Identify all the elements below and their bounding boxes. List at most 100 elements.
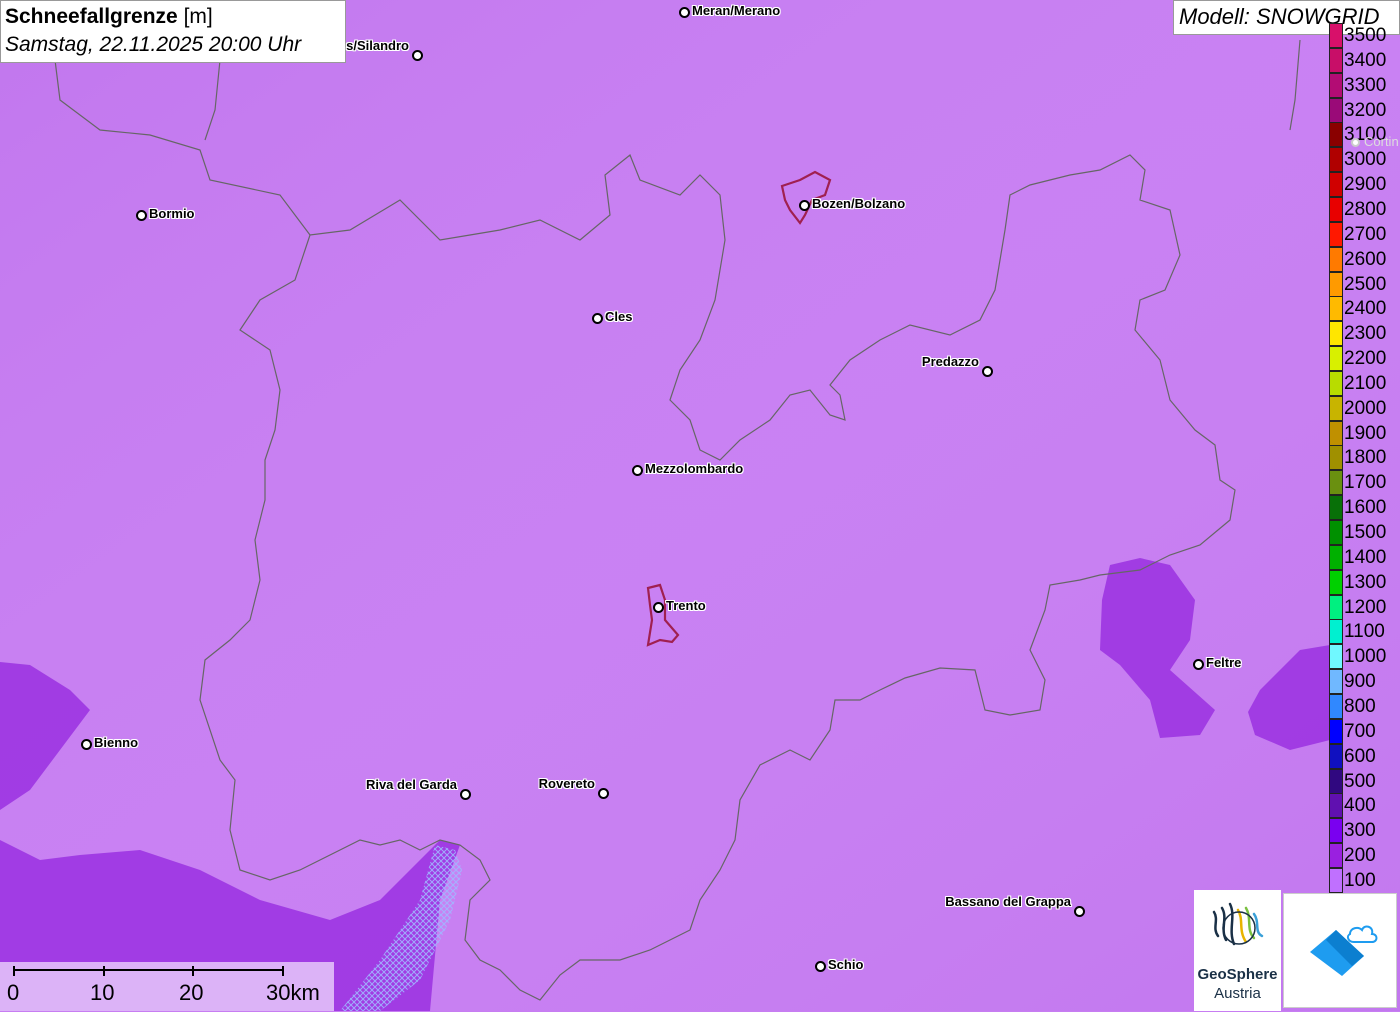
legend-swatch (1329, 122, 1343, 148)
legend-label: 700 (1344, 720, 1376, 742)
city-label-bormio[interactable]: Bormio (149, 207, 195, 221)
legend-label: 1000 (1344, 646, 1387, 668)
legend-entry-1000: 1000 (1329, 644, 1400, 670)
legend-swatch (1329, 221, 1343, 247)
legend-swatch (1329, 619, 1343, 645)
legend-swatch (1329, 594, 1343, 620)
legend-entry-3500: 3500 (1329, 23, 1400, 48)
city-dot-meran-merano (679, 7, 690, 18)
snowfall-map[interactable] (0, 0, 1400, 1011)
legend-label: 500 (1344, 770, 1376, 792)
city-label-bienno[interactable]: Bienno (94, 736, 138, 750)
legend-label: 300 (1344, 820, 1376, 842)
legend-label: 1900 (1344, 422, 1387, 444)
legend-swatch (1329, 793, 1343, 819)
city-label-feltre[interactable]: Feltre (1206, 656, 1241, 670)
legend-label: 1400 (1344, 546, 1387, 568)
legend-entry-300: 300 (1329, 818, 1400, 844)
legend-swatch (1329, 718, 1343, 744)
city-label-mezzolombardo[interactable]: Mezzolombardo (645, 462, 743, 476)
legend-label: 3400 (1344, 49, 1387, 71)
legend-swatch (1329, 420, 1343, 446)
legend-label: 3500 (1344, 25, 1387, 46)
city-label-trento[interactable]: Trento (666, 599, 706, 613)
legend-entry-100: 100 (1329, 867, 1400, 893)
legend-label: 1100 (1344, 621, 1385, 643)
legend-label: 2700 (1344, 223, 1387, 245)
legend-label: 2500 (1344, 273, 1387, 295)
legend-label: 400 (1344, 795, 1376, 817)
terrain-shading (0, 0, 1400, 1011)
legend-swatch (1329, 296, 1343, 322)
legend-entry-1900: 1900 (1329, 420, 1400, 446)
legend-label: 600 (1344, 745, 1376, 767)
legend-label: 3000 (1344, 149, 1387, 171)
city-label-schio[interactable]: Schio (828, 958, 863, 972)
legend-swatch (1329, 470, 1343, 496)
legend-label: 200 (1344, 845, 1376, 867)
legend-swatch (1329, 495, 1343, 521)
legend-label: 2100 (1344, 372, 1387, 394)
legend-swatch (1329, 395, 1343, 421)
scale-label-10: 10 (90, 980, 115, 1005)
legend-entry-1700: 1700 (1329, 470, 1400, 496)
city-label-riva-del-garda[interactable]: Riva del Garda (366, 778, 457, 792)
legend-entry-700: 700 (1329, 718, 1400, 744)
city-label-cles[interactable]: Cles (605, 310, 632, 324)
legend-label: 1200 (1344, 596, 1387, 618)
city-label-meran-merano[interactable]: Meran/Merano (692, 4, 780, 18)
weather-app-logo[interactable] (1283, 893, 1397, 1008)
legend-swatch (1329, 23, 1343, 48)
city-label-bozen-bolzano[interactable]: Bozen/Bolzano (812, 197, 905, 211)
legend-entry-3200: 3200 (1329, 97, 1400, 123)
legend-entry-200: 200 (1329, 843, 1400, 869)
legend-swatch (1329, 693, 1343, 719)
legend-label: 1500 (1344, 522, 1387, 543)
city-dot-bassano-del-grappa (1074, 906, 1085, 917)
scale-label-20: 20 (179, 980, 204, 1005)
legend-swatch (1329, 321, 1343, 347)
legend-label: 100 (1344, 869, 1376, 891)
legend-label: 800 (1344, 695, 1376, 717)
city-dot-bozen-bolzano (799, 200, 810, 211)
legend-entry-2600: 2600 (1329, 246, 1400, 272)
legend-swatch (1329, 47, 1343, 73)
legend-label: 2800 (1344, 198, 1387, 220)
legend-entry-400: 400 (1329, 793, 1400, 819)
legend-entry-2000: 2000 (1329, 395, 1400, 421)
legend-entry-3400: 3400 (1329, 47, 1400, 73)
map-datetime: Samstag, 22.11.2025 20:00 Uhr (5, 33, 302, 56)
city-dot-bormio (136, 210, 147, 221)
city-label-cortin[interactable]: Cortin (1364, 135, 1399, 149)
city-dot-s-silandro (412, 50, 423, 61)
city-dot-schio (815, 961, 826, 972)
legend-entry-2900: 2900 (1329, 172, 1400, 198)
geosphere-emblem-icon (1212, 902, 1264, 946)
legend-label: 900 (1344, 671, 1376, 693)
legend-label: 2900 (1344, 174, 1387, 196)
legend-entry-2300: 2300 (1329, 321, 1400, 347)
city-label-rovereto[interactable]: Rovereto (539, 777, 595, 791)
legend-entry-1100: 1100 (1329, 619, 1400, 645)
legend-label: 1600 (1344, 497, 1387, 519)
legend-entry-1200: 1200 (1329, 594, 1400, 620)
legend-swatch (1329, 569, 1343, 595)
legend-entry-2700: 2700 (1329, 221, 1400, 247)
legend-label: 2200 (1344, 348, 1387, 370)
city-label-predazzo[interactable]: Predazzo (922, 355, 979, 369)
legend-entry-1500: 1500 (1329, 520, 1400, 545)
legend-entry-900: 900 (1329, 669, 1400, 695)
city-dot-bienno (81, 739, 92, 750)
legend-swatch (1329, 867, 1343, 893)
city-label-s-silandro[interactable]: s/Silandro (346, 39, 409, 53)
legend-label: 3300 (1344, 74, 1387, 96)
scale-bar: 0 10 20 30km (0, 962, 334, 1011)
legend-swatch (1329, 271, 1343, 297)
city-dot-rovereto (598, 788, 609, 799)
legend-label: 3200 (1344, 99, 1387, 121)
city-label-bassano-del-grappa[interactable]: Bassano del Grappa (945, 895, 1071, 909)
legend-entry-1400: 1400 (1329, 544, 1400, 570)
legend-swatch (1329, 669, 1343, 695)
geosphere-logo[interactable]: GeoSphere Austria (1194, 890, 1281, 1011)
city-dot-cles (592, 313, 603, 324)
